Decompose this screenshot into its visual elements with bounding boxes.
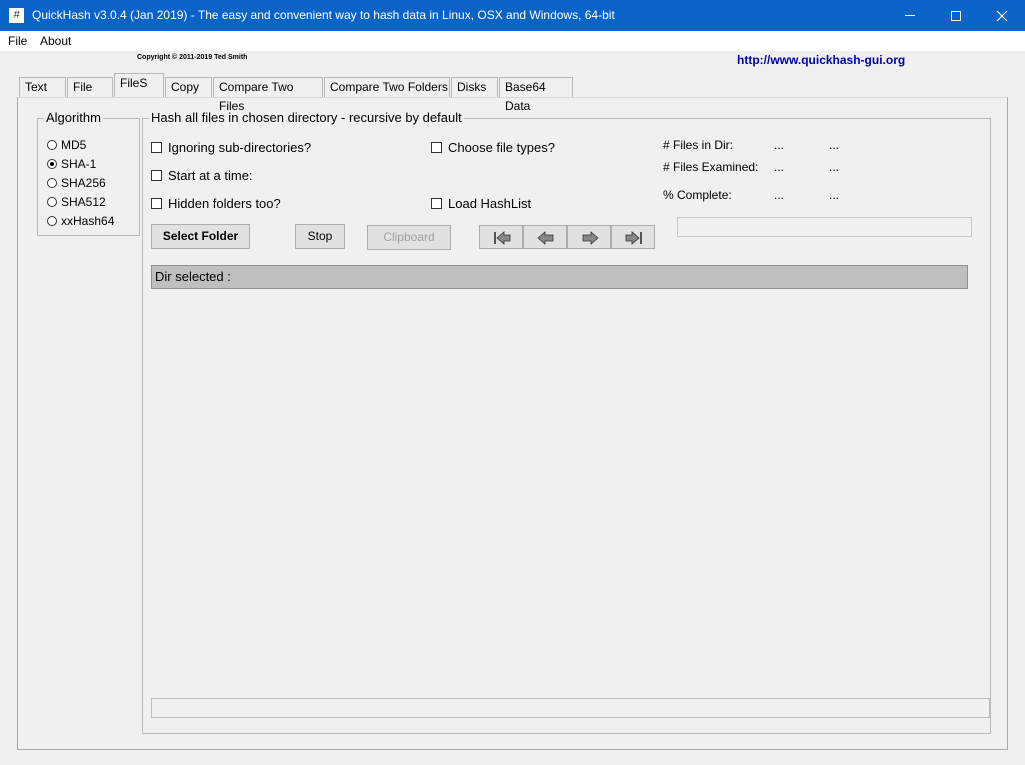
load-hashlist-label: Load HashList <box>448 196 532 211</box>
first-arrow-icon <box>494 231 511 245</box>
files-examined-value: ... <box>774 160 785 174</box>
tab-file[interactable]: File <box>67 77 113 97</box>
radio-xxhash64[interactable]: xxHash64 <box>47 214 114 230</box>
menu-about[interactable]: About <box>40 34 71 48</box>
start-at-time-checkbox[interactable]: Start at a time: <box>151 168 253 184</box>
website-link[interactable]: http://www.quickhash-gui.org <box>737 53 905 67</box>
previous-button[interactable] <box>523 225 567 249</box>
radio-md5[interactable]: MD5 <box>47 138 86 154</box>
ignore-subdirs-box <box>151 142 162 154</box>
radio-md5-label: MD5 <box>61 138 87 152</box>
close-button[interactable] <box>979 0 1025 31</box>
radio-xxhash64-dot <box>47 215 57 226</box>
load-hashlist-box <box>431 198 442 210</box>
close-icon <box>996 10 1008 22</box>
algorithm-legend: Algorithm <box>44 110 103 125</box>
first-button[interactable] <box>479 225 523 249</box>
right-arrow-icon <box>582 231 599 245</box>
files-examined-value-2: ... <box>829 160 840 174</box>
percent-complete-value: ... <box>774 188 785 202</box>
menu-file[interactable]: File <box>8 34 27 48</box>
radio-sha1[interactable]: SHA-1 <box>47 157 96 173</box>
menu-bar: File About <box>0 31 1025 51</box>
dir-selected-field: Dir selected : <box>151 265 968 289</box>
choose-file-types-label: Choose file types? <box>448 140 555 155</box>
radio-sha512[interactable]: SHA512 <box>47 195 106 211</box>
hidden-folders-box <box>151 198 162 210</box>
title-bar: # QuickHash v3.0.4 (Jan 2019) - The easy… <box>0 0 1025 31</box>
radio-sha256[interactable]: SHA256 <box>47 176 106 192</box>
ignore-subdirs-checkbox[interactable]: Ignoring sub-directories? <box>151 140 311 156</box>
radio-sha256-dot <box>47 177 57 188</box>
minimize-button[interactable] <box>887 0 933 31</box>
start-at-time-label: Start at a time: <box>168 168 253 183</box>
files-in-dir-label: # Files in Dir: <box>663 138 734 152</box>
progress-bar <box>677 217 972 237</box>
copyright-text: Copyright © 2011-2019 Ted Smith <box>137 54 248 61</box>
tab-base64-data[interactable]: Base64 Data <box>499 77 573 113</box>
percent-complete-value-2: ... <box>829 188 840 202</box>
algorithm-group: Algorithm MD5 SHA-1 SHA256 SHA512 xxHash… <box>37 110 140 236</box>
tab-copy[interactable]: Copy <box>165 77 212 97</box>
next-button[interactable] <box>567 225 611 249</box>
stop-button[interactable]: Stop <box>295 224 345 249</box>
hash-files-legend: Hash all files in chosen directory - rec… <box>149 110 464 125</box>
hidden-folders-label: Hidden folders too? <box>168 196 281 211</box>
last-arrow-icon <box>625 231 642 245</box>
clipboard-button[interactable]: Clipboard <box>367 225 451 250</box>
hidden-folders-checkbox[interactable]: Hidden folders too? <box>151 196 281 212</box>
status-bar <box>151 698 990 718</box>
radio-md5-dot <box>47 139 57 150</box>
ignore-subdirs-label: Ignoring sub-directories? <box>168 140 312 155</box>
tab-text[interactable]: Text <box>19 77 66 97</box>
tab-compare-two-files[interactable]: Compare Two Files <box>213 77 323 113</box>
choose-file-types-checkbox[interactable]: Choose file types? <box>431 140 555 156</box>
minimize-icon <box>905 15 915 17</box>
select-folder-button[interactable]: Select Folder <box>151 224 250 249</box>
tab-disks[interactable]: Disks <box>451 77 498 97</box>
choose-file-types-box <box>431 142 442 154</box>
window-title: QuickHash v3.0.4 (Jan 2019) - The easy a… <box>32 8 615 22</box>
percent-complete-label: % Complete: <box>663 188 732 202</box>
load-hashlist-checkbox[interactable]: Load HashList <box>431 196 531 212</box>
maximize-icon <box>951 10 961 21</box>
radio-sha1-dot <box>47 158 57 169</box>
app-icon: # <box>9 8 24 23</box>
radio-xxhash64-label: xxHash64 <box>61 214 115 228</box>
radio-sha512-dot <box>47 196 57 207</box>
radio-sha1-label: SHA-1 <box>61 157 97 171</box>
files-in-dir-value-2: ... <box>829 138 840 152</box>
files-in-dir-value: ... <box>774 138 785 152</box>
last-button[interactable] <box>611 225 655 249</box>
radio-sha512-label: SHA512 <box>61 195 106 209</box>
files-examined-label: # Files Examined: <box>663 160 759 174</box>
navigation-buttons <box>479 225 656 249</box>
left-arrow-icon <box>537 231 554 245</box>
tab-files[interactable]: FileS <box>114 73 164 97</box>
radio-sha256-label: SHA256 <box>61 176 106 190</box>
tab-compare-two-folders[interactable]: Compare Two Folders <box>324 77 450 97</box>
start-at-time-box <box>151 170 162 182</box>
maximize-button[interactable] <box>933 0 979 31</box>
